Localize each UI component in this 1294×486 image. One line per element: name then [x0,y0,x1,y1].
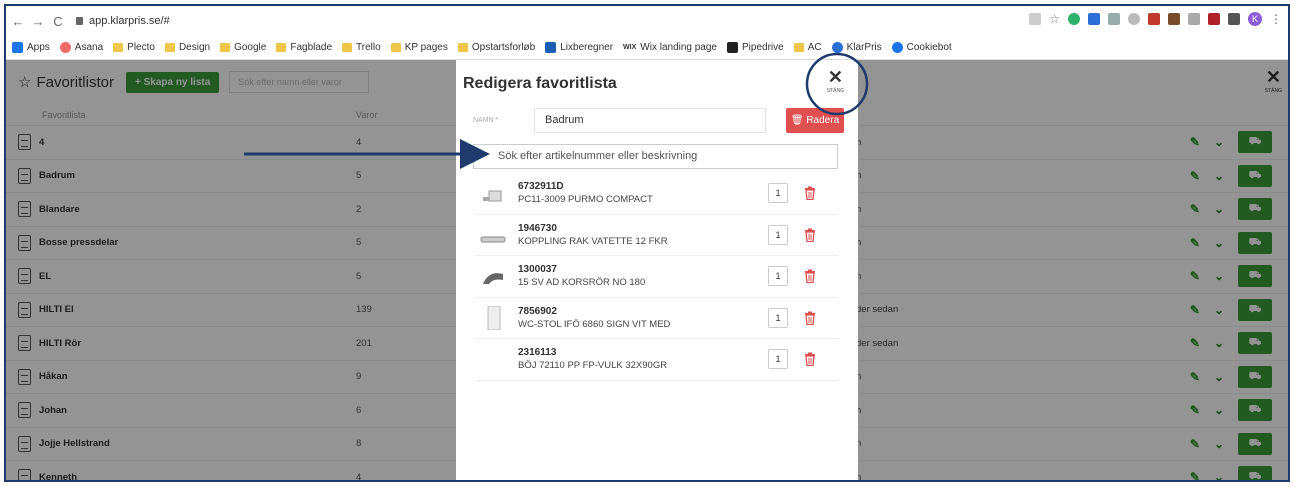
screenshot-frame: ← → C app.klarpris.se/# ☆ K ⋮ Apps Asana… [4,4,1290,482]
annotation-layer [244,52,869,169]
annotation-circle [805,52,869,116]
